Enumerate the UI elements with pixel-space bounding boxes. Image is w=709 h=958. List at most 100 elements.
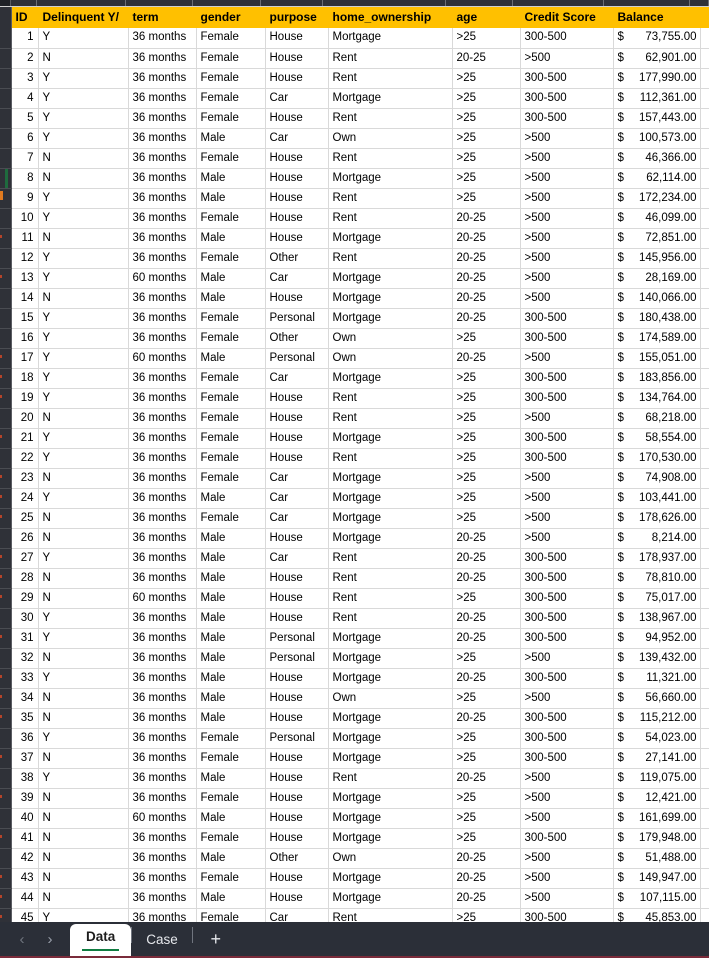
cell-delinquent[interactable]: Y: [38, 308, 129, 329]
cell-balance[interactable]: $155,051.00: [613, 348, 701, 369]
table-row[interactable]: 25 N 36 months Female Car Mortgage >25 >500 $178…: [0, 508, 709, 529]
cell-credit_score[interactable]: >500: [520, 768, 614, 789]
cell-age[interactable]: >25: [452, 828, 521, 849]
cell-empty[interactable]: [700, 788, 709, 809]
cell-age[interactable]: 20-25: [452, 708, 521, 729]
row-header-30[interactable]: [0, 608, 12, 629]
cell-balance[interactable]: $138,967.00: [613, 608, 701, 629]
cell-purpose[interactable]: Car: [265, 548, 329, 569]
cell-id[interactable]: 42: [11, 848, 39, 869]
cell-age[interactable]: >25: [452, 128, 521, 149]
cell-age[interactable]: 20-25: [452, 608, 521, 629]
column-header-id[interactable]: ID: [11, 7, 39, 28]
table-row[interactable]: 13 Y 60 months Male Car Mortgage 20-25 >500 $28,…: [0, 268, 709, 289]
cell-home_ownership[interactable]: Own: [328, 128, 453, 149]
cell-balance[interactable]: $103,441.00: [613, 488, 701, 509]
cell-home_ownership[interactable]: Mortgage: [328, 648, 453, 669]
cell-term[interactable]: 36 months: [128, 708, 197, 729]
cell-balance[interactable]: $11,321.00: [613, 668, 701, 689]
table-row[interactable]: 4 Y 36 months Female Car Mortgage >25 300-500 $1…: [0, 88, 709, 109]
column-header-home-ownership[interactable]: home_ownership: [328, 7, 453, 28]
cell-age[interactable]: >25: [452, 428, 521, 449]
table-row[interactable]: 29 N 60 months Male House Rent >25 300-500 $75,0…: [0, 588, 709, 609]
cell-empty[interactable]: [700, 248, 709, 269]
cell-empty[interactable]: [700, 748, 709, 769]
cell-purpose[interactable]: House: [265, 408, 329, 429]
cell-delinquent[interactable]: N: [38, 888, 129, 909]
column-letter-h[interactable]: [513, 0, 605, 6]
cell-home_ownership[interactable]: Rent: [328, 188, 453, 209]
cell-credit_score[interactable]: >500: [520, 488, 614, 509]
cell-gender[interactable]: Female: [196, 748, 266, 769]
row-header-32[interactable]: [0, 648, 12, 669]
cell-empty[interactable]: [700, 608, 709, 629]
cell-empty[interactable]: [700, 348, 709, 369]
table-row[interactable]: 8 N 36 months Male House Mortgage >25 >500 $62,1…: [0, 168, 709, 189]
cell-balance[interactable]: $112,361.00: [613, 88, 701, 109]
cell-delinquent[interactable]: N: [38, 168, 129, 189]
row-header-7[interactable]: [0, 148, 12, 169]
cell-term[interactable]: 36 months: [128, 228, 197, 249]
cell-delinquent[interactable]: N: [38, 848, 129, 869]
cell-credit_score[interactable]: 300-500: [520, 28, 614, 49]
cell-delinquent[interactable]: Y: [38, 108, 129, 129]
cell-credit_score[interactable]: >500: [520, 128, 614, 149]
cell-empty[interactable]: [700, 848, 709, 869]
table-row[interactable]: 7 N 36 months Female House Rent >25 >500 $46,366…: [0, 148, 709, 169]
cell-term[interactable]: 36 months: [128, 28, 197, 49]
cell-delinquent[interactable]: Y: [38, 428, 129, 449]
cell-id[interactable]: 2: [11, 48, 39, 69]
cell-purpose[interactable]: House: [265, 188, 329, 209]
table-row[interactable]: 1 Y 36 months Female House Mortgage >25 300-500…: [0, 28, 709, 49]
column-letter-c[interactable]: [126, 0, 194, 6]
table-row[interactable]: 26 N 36 months Male House Mortgage 20-25 >500 $8…: [0, 528, 709, 549]
cell-empty[interactable]: [700, 328, 709, 349]
cell-age[interactable]: >25: [452, 588, 521, 609]
cell-age[interactable]: 20-25: [452, 868, 521, 889]
table-row[interactable]: 34 N 36 months Male House Own >25 >500 $56,660.0…: [0, 688, 709, 709]
table-row[interactable]: 22 Y 36 months Female House Rent >25 300-500 $17…: [0, 448, 709, 469]
cell-purpose[interactable]: House: [265, 748, 329, 769]
cell-delinquent[interactable]: Y: [38, 328, 129, 349]
table-row[interactable]: 21 Y 36 months Female House Mortgage >25 300-50…: [0, 428, 709, 449]
cell-credit_score[interactable]: >500: [520, 808, 614, 829]
cell-balance[interactable]: $172,234.00: [613, 188, 701, 209]
cell-purpose[interactable]: House: [265, 28, 329, 49]
cell-gender[interactable]: Female: [196, 328, 266, 349]
cell-home_ownership[interactable]: Own: [328, 328, 453, 349]
cell-balance[interactable]: $73,755.00: [613, 28, 701, 49]
cell-age[interactable]: >25: [452, 388, 521, 409]
table-row[interactable]: 31 Y 36 months Male Personal Mortgage 20-25 300…: [0, 628, 709, 649]
cell-term[interactable]: 36 months: [128, 568, 197, 589]
cell-gender[interactable]: Female: [196, 48, 266, 69]
row-header-19[interactable]: [0, 388, 12, 409]
cell-delinquent[interactable]: N: [38, 708, 129, 729]
cell-gender[interactable]: Male: [196, 588, 266, 609]
cell-gender[interactable]: Female: [196, 728, 266, 749]
cell-id[interactable]: 5: [11, 108, 39, 129]
cell-id[interactable]: 21: [11, 428, 39, 449]
cell-term[interactable]: 36 months: [128, 408, 197, 429]
cell-id[interactable]: 13: [11, 268, 39, 289]
cell-credit_score[interactable]: >500: [520, 188, 614, 209]
cell-delinquent[interactable]: N: [38, 688, 129, 709]
row-header-13[interactable]: [0, 268, 12, 289]
cell-age[interactable]: >25: [452, 488, 521, 509]
cell-term[interactable]: 36 months: [128, 128, 197, 149]
cell-credit_score[interactable]: 300-500: [520, 108, 614, 129]
cell-purpose[interactable]: Car: [265, 268, 329, 289]
cell-purpose[interactable]: House: [265, 608, 329, 629]
cell-term[interactable]: 36 months: [128, 848, 197, 869]
cell-home_ownership[interactable]: Mortgage: [328, 828, 453, 849]
cell-gender[interactable]: Female: [196, 148, 266, 169]
cell-balance[interactable]: $161,699.00: [613, 808, 701, 829]
cell-credit_score[interactable]: 300-500: [520, 88, 614, 109]
cell-purpose[interactable]: House: [265, 688, 329, 709]
cell-empty[interactable]: [700, 688, 709, 709]
cell-balance[interactable]: $157,443.00: [613, 108, 701, 129]
cell-empty[interactable]: [700, 628, 709, 649]
cell-gender[interactable]: Male: [196, 188, 266, 209]
cell-age[interactable]: >25: [452, 448, 521, 469]
cell-term[interactable]: 36 months: [128, 548, 197, 569]
cell-purpose[interactable]: House: [265, 448, 329, 469]
